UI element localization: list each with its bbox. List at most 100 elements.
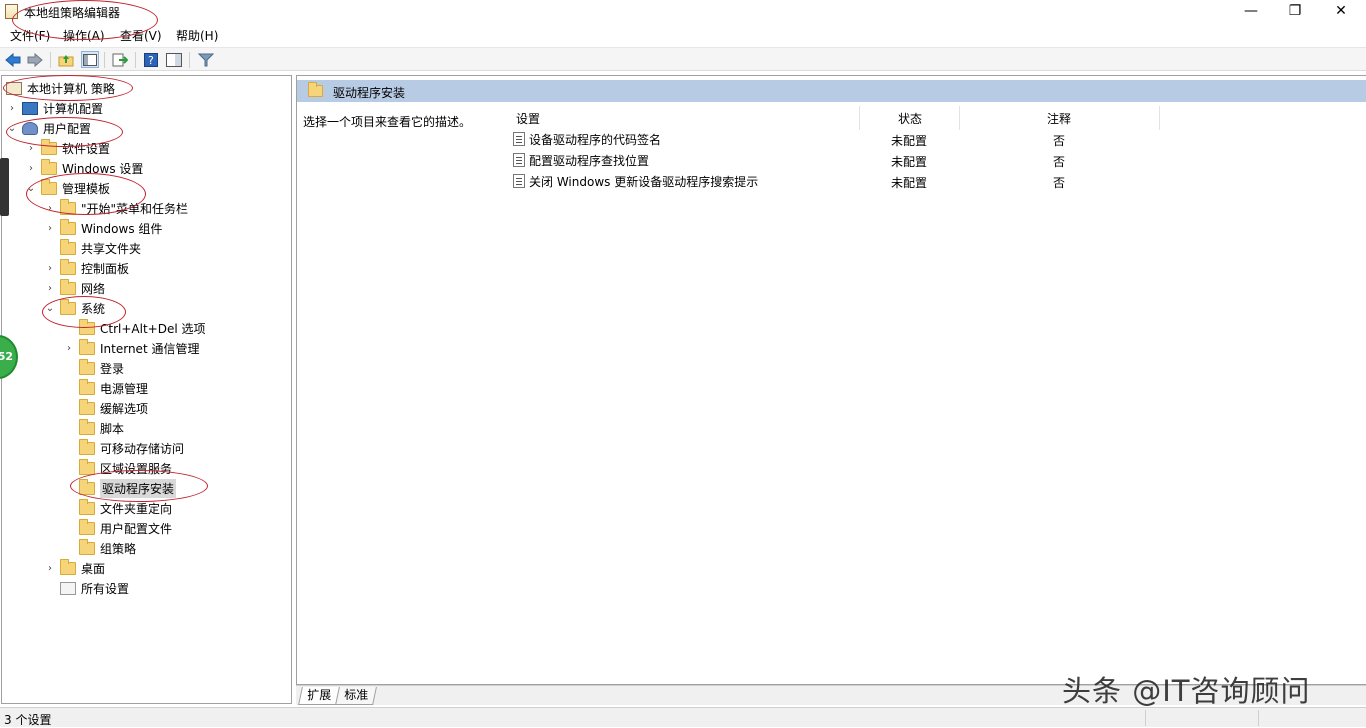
folder-icon xyxy=(79,418,95,435)
properties-pane-icon[interactable] xyxy=(165,51,183,68)
tree-computer-config[interactable]: › 计算机配置 xyxy=(6,98,103,118)
tree-pane[interactable]: 本地计算机 策略 › 计算机配置 ⌄ 用户配置 › 软件设置 › Windows… xyxy=(1,75,292,704)
folder-icon xyxy=(60,238,76,255)
chevron-right-icon[interactable]: › xyxy=(44,223,56,234)
tree-network[interactable]: › 网络 xyxy=(44,278,105,298)
tree-windows-components[interactable]: › Windows 组件 xyxy=(44,218,162,238)
setting-icon xyxy=(513,132,525,146)
status-divider xyxy=(1258,710,1259,726)
chevron-down-icon[interactable]: ⌄ xyxy=(44,303,56,314)
tree-user-profiles[interactable]: 用户配置文件 xyxy=(63,518,172,538)
column-note[interactable]: 注释 xyxy=(1047,109,1071,131)
column-divider[interactable] xyxy=(1159,106,1160,130)
tree-driver-install[interactable]: 驱动程序安装 xyxy=(63,478,177,498)
setting-note: 否 xyxy=(1053,134,1066,148)
maximize-button[interactable]: ❐ xyxy=(1272,0,1318,24)
setting-state: 未配置 xyxy=(891,134,928,148)
folder-icon xyxy=(79,458,95,475)
setting-name: 关闭 Windows 更新设备驱动程序搜索提示 xyxy=(529,174,759,189)
tab-standard[interactable]: 标准 xyxy=(335,687,377,705)
tree-system[interactable]: ⌄ 系统 xyxy=(44,298,105,318)
tree-removable-storage[interactable]: 可移动存储访问 xyxy=(63,438,184,458)
chevron-right-icon[interactable]: › xyxy=(25,143,37,154)
show-hide-tree-icon[interactable] xyxy=(81,51,99,68)
svg-text:?: ? xyxy=(148,54,154,67)
setting-note: 否 xyxy=(1053,176,1066,190)
chevron-right-icon[interactable]: › xyxy=(44,563,56,574)
column-divider[interactable] xyxy=(959,106,960,130)
setting-icon xyxy=(513,153,525,167)
table-row[interactable]: 关闭 Windows 更新设备驱动程序搜索提示 xyxy=(513,171,758,191)
details-pane: 驱动程序安装 选择一个项目来查看它的描述。 设置 状态 注释 设备驱动程序的代码… xyxy=(296,75,1366,685)
setting-state: 未配置 xyxy=(891,176,928,190)
tree-locale-services[interactable]: 区域设置服务 xyxy=(63,458,172,478)
forward-arrow-icon[interactable] xyxy=(26,51,44,68)
chevron-right-icon[interactable]: › xyxy=(25,163,37,174)
tab-extended[interactable]: 扩展 xyxy=(298,687,340,705)
menu-help[interactable]: 帮助(H) xyxy=(176,27,218,44)
toolbar: ? xyxy=(0,47,1366,71)
tree-ctrl-alt-del[interactable]: Ctrl+Alt+Del 选项 xyxy=(63,318,205,338)
status-bar: 3 个设置 xyxy=(0,707,1366,727)
help-icon[interactable]: ? xyxy=(142,51,160,68)
setting-note: 否 xyxy=(1053,155,1066,169)
computer-icon xyxy=(22,101,38,115)
user-icon xyxy=(22,121,38,135)
folder-icon xyxy=(60,198,76,215)
tree-control-panel[interactable]: › 控制面板 xyxy=(44,258,129,278)
menu-view[interactable]: 查看(V) xyxy=(120,27,162,44)
chevron-down-icon[interactable]: ⌄ xyxy=(25,183,37,194)
column-setting[interactable]: 设置 xyxy=(516,109,540,131)
up-folder-icon[interactable] xyxy=(57,51,75,68)
tree-folder-redirect[interactable]: 文件夹重定向 xyxy=(63,498,172,518)
export-list-icon[interactable] xyxy=(111,51,129,68)
tree-logon[interactable]: 登录 xyxy=(63,358,124,378)
folder-icon xyxy=(60,558,76,575)
tree-desktop[interactable]: › 桌面 xyxy=(44,558,105,578)
tree-software-settings[interactable]: › 软件设置 xyxy=(25,138,110,158)
tree-all-settings[interactable]: 所有设置 xyxy=(44,578,129,598)
toolbar-separator xyxy=(135,52,136,68)
tree-group-policy[interactable]: 组策略 xyxy=(63,538,136,558)
tree-windows-settings[interactable]: › Windows 设置 xyxy=(25,158,143,178)
policy-editor-icon xyxy=(5,4,18,19)
column-divider[interactable] xyxy=(859,106,860,130)
filter-icon[interactable] xyxy=(197,51,215,68)
tree-start-menu[interactable]: › "开始"菜单和任务栏 xyxy=(44,198,188,218)
chevron-right-icon[interactable]: › xyxy=(44,283,56,294)
details-header-title: 驱动程序安装 xyxy=(333,86,406,100)
window-title: 本地组策略编辑器 xyxy=(24,6,121,20)
folder-icon xyxy=(79,318,95,335)
chevron-right-icon[interactable]: › xyxy=(63,343,75,354)
folder-icon xyxy=(79,398,95,415)
policy-icon xyxy=(6,81,22,95)
tree-root[interactable]: 本地计算机 策略 xyxy=(6,78,115,98)
all-settings-icon xyxy=(60,581,76,595)
tree-shared-folders[interactable]: 共享文件夹 xyxy=(44,238,141,258)
menu-file[interactable]: 文件(F) xyxy=(10,27,50,44)
table-row[interactable]: 配置驱动程序查找位置 xyxy=(513,150,649,170)
close-button[interactable]: ✕ xyxy=(1318,0,1364,24)
table-row[interactable]: 设备驱动程序的代码签名 xyxy=(513,129,661,149)
tree-user-config[interactable]: ⌄ 用户配置 xyxy=(6,118,91,138)
folder-icon xyxy=(60,278,76,295)
folder-icon xyxy=(79,358,95,375)
chevron-down-icon[interactable]: ⌄ xyxy=(6,123,18,134)
tree-admin-templates[interactable]: ⌄ 管理模板 xyxy=(25,178,110,198)
side-handle xyxy=(0,158,9,216)
tree-mitigation[interactable]: 缓解选项 xyxy=(63,398,148,418)
chevron-right-icon[interactable]: › xyxy=(44,263,56,274)
folder-icon xyxy=(79,538,95,555)
back-arrow-icon[interactable] xyxy=(4,51,22,68)
minimize-button[interactable]: — xyxy=(1228,0,1274,24)
tree-internet-comm[interactable]: › Internet 通信管理 xyxy=(63,338,199,358)
chevron-right-icon[interactable]: › xyxy=(6,103,18,114)
tree-power[interactable]: 电源管理 xyxy=(63,378,148,398)
menu-action[interactable]: 操作(A) xyxy=(63,27,105,44)
folder-icon xyxy=(79,438,95,455)
folder-icon xyxy=(79,338,95,355)
column-state[interactable]: 状态 xyxy=(898,109,922,131)
tree-scripts[interactable]: 脚本 xyxy=(63,418,124,438)
chevron-right-icon[interactable]: › xyxy=(44,203,56,214)
folder-icon xyxy=(41,138,57,155)
